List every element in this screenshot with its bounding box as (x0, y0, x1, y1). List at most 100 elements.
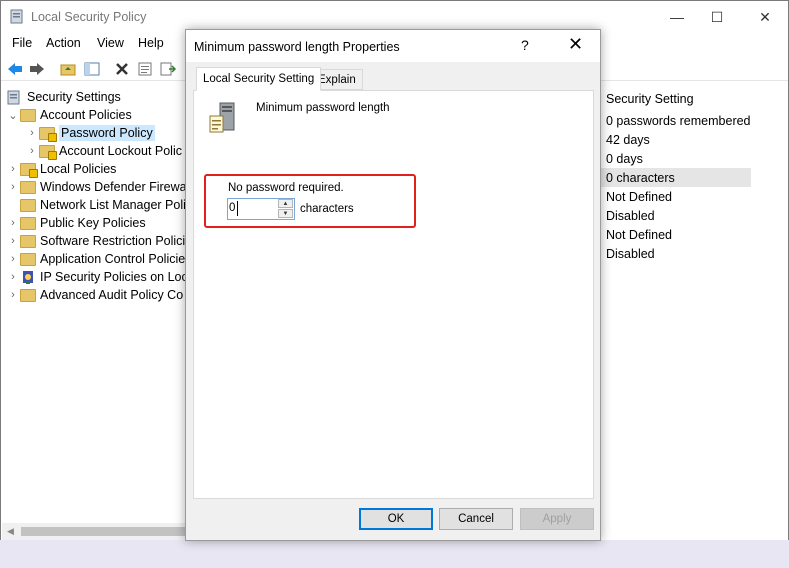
tree-item-public-key-policies[interactable]: › Public Key Policies (8, 214, 146, 232)
tree-item-account-lockout-policy[interactable]: › Account Lockout Polic (27, 142, 182, 160)
security-policy-app-icon (10, 9, 23, 24)
properties-dialog: Minimum password length Properties ? ✕ L… (185, 29, 601, 541)
tree-item-advanced-audit-policy[interactable]: › Advanced Audit Policy Co (8, 286, 183, 304)
folder-icon (20, 288, 36, 302)
list-item-selected[interactable]: 0 characters (601, 168, 751, 187)
text-cursor (237, 201, 238, 216)
up-folder-icon (60, 64, 76, 76)
column-header-security-setting[interactable]: Security Setting (606, 92, 694, 106)
list-item[interactable]: Disabled (601, 244, 751, 263)
folder-icon (20, 180, 36, 194)
tab-panel (193, 90, 594, 499)
export-list-button[interactable] (158, 59, 178, 79)
taskbar-strip (0, 540, 789, 568)
forward-button[interactable] (27, 59, 47, 79)
cancel-button[interactable]: Cancel (439, 508, 513, 530)
tree-item-software-restriction[interactable]: › Software Restriction Policie (8, 232, 185, 250)
tree-root-label: Security Settings (27, 90, 121, 104)
locked-folder-icon (39, 144, 57, 160)
dialog-title: Minimum password length Properties (194, 40, 400, 54)
tree-item-label: Network List Manager Poli (40, 198, 185, 212)
tree-root-security-settings[interactable]: Security Settings (6, 88, 121, 106)
chevron-right-icon[interactable]: › (8, 253, 18, 265)
show-hide-tree-button[interactable] (82, 59, 102, 79)
security-settings-icon (7, 90, 20, 104)
list-item[interactable]: Not Defined (601, 187, 751, 206)
forward-arrow-icon (30, 63, 44, 75)
tree-item-application-control[interactable]: › Application Control Policie (8, 250, 185, 268)
menu-action[interactable]: Action (46, 36, 81, 50)
unit-label: characters (300, 203, 354, 215)
tree-item-label: Account Policies (40, 108, 132, 122)
tree-item-password-policy[interactable]: › Password Policy (27, 124, 155, 142)
tree-item-account-policies[interactable]: ⌄ Account Policies (8, 106, 132, 124)
chevron-right-icon[interactable]: › (27, 145, 37, 157)
list-item[interactable]: Disabled (601, 206, 751, 225)
menu-help[interactable]: Help (138, 36, 164, 50)
list-item[interactable]: Not Defined (601, 225, 751, 244)
chevron-right-icon[interactable]: › (8, 163, 18, 175)
apply-button[interactable]: Apply (520, 508, 594, 530)
list-item[interactable]: 0 days (601, 149, 751, 168)
close-icon: ✕ (759, 8, 771, 25)
chevron-right-icon[interactable]: › (8, 217, 18, 229)
menu-view[interactable]: View (97, 36, 124, 50)
folder-icon (20, 216, 36, 230)
list-item[interactable]: 0 passwords remembered (601, 111, 751, 130)
chevron-right-icon[interactable]: › (27, 127, 37, 139)
spin-up-button[interactable]: ▲ (278, 199, 293, 208)
ip-security-icon (23, 270, 33, 284)
triangle-up-icon: ▲ (282, 200, 289, 207)
folder-icon (20, 252, 36, 266)
status-text: No password required. (228, 182, 344, 194)
triangle-down-icon: ▼ (282, 210, 289, 217)
back-button[interactable] (5, 59, 25, 79)
tree-item-label: Public Key Policies (40, 216, 146, 230)
delete-button[interactable] (112, 59, 132, 79)
policy-server-icon (209, 102, 235, 133)
properties-icon (138, 62, 152, 76)
window-title: Local Security Policy (31, 10, 147, 24)
help-button[interactable]: ? (521, 37, 529, 53)
locked-folder-icon (20, 162, 38, 178)
folder-icon (20, 108, 36, 122)
minimize-icon: — (670, 9, 684, 25)
up-one-level-button[interactable] (58, 59, 78, 79)
chevron-right-icon[interactable]: › (8, 181, 18, 193)
menu-file[interactable]: File (12, 36, 32, 50)
chevron-right-icon[interactable]: › (8, 235, 18, 247)
tree-item-label: Application Control Policie (40, 252, 185, 266)
locked-folder-icon (39, 126, 57, 142)
spin-down-button[interactable]: ▼ (278, 209, 293, 218)
tree-item-network-list-manager[interactable]: Network List Manager Poli (8, 196, 185, 214)
dialog-title-bar: Minimum password length Properties ? ✕ (186, 30, 600, 62)
close-button[interactable]: ✕ (742, 1, 788, 33)
ok-button[interactable]: OK (359, 508, 433, 530)
tab-local-security-setting[interactable]: Local Security Setting (196, 67, 322, 91)
maximize-button[interactable]: ☐ (694, 1, 740, 33)
tree-item-label: IP Security Policies on Loca (40, 270, 185, 284)
tree-item-windows-defender-firewall[interactable]: › Windows Defender Firewa (8, 178, 185, 196)
chevron-down-icon[interactable]: ⌄ (8, 109, 18, 122)
tree-item-local-policies[interactable]: › Local Policies (8, 160, 116, 178)
chevron-right-icon[interactable]: › (8, 271, 18, 283)
dialog-close-button[interactable]: ✕ (568, 34, 583, 55)
delete-icon (116, 63, 128, 75)
list-item[interactable]: 42 days (601, 130, 751, 149)
policy-name: Minimum password length (256, 102, 390, 114)
folder-icon (20, 198, 36, 212)
maximize-icon: ☐ (710, 8, 724, 25)
tree-item-label: Local Policies (40, 162, 117, 176)
properties-button[interactable] (135, 59, 155, 79)
console-tree: Security Settings ⌄ Account Policies › P… (2, 86, 185, 539)
folder-icon (20, 234, 36, 248)
scroll-left-arrow-icon[interactable]: ◀ (7, 526, 14, 537)
show-hide-tree-icon (84, 62, 100, 76)
chevron-right-icon[interactable]: › (8, 289, 18, 301)
scrollbar-thumb[interactable] (21, 527, 186, 536)
export-list-icon (160, 62, 176, 76)
tree-item-ip-security-policies[interactable]: › IP Security Policies on Loca (8, 268, 185, 286)
password-length-input[interactable]: 0 (229, 202, 235, 214)
tree-item-label: Software Restriction Policie (40, 234, 185, 248)
tree-item-label: Advanced Audit Policy Co (40, 288, 184, 302)
